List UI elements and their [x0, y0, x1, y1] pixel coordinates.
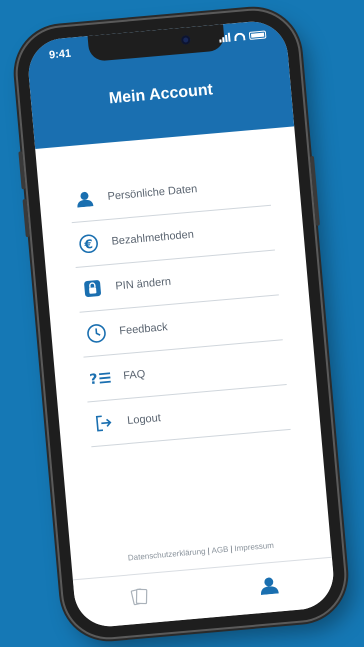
clock-icon: [83, 322, 111, 344]
privacy-link[interactable]: Datenschutzerklärung: [128, 547, 206, 563]
tab-tickets[interactable]: [73, 569, 207, 629]
menu-item-label: Logout: [126, 412, 162, 428]
page-title: Mein Account: [108, 81, 214, 108]
tab-bar: [72, 556, 337, 630]
volume-down-button: [22, 198, 30, 238]
menu-item-label: Persönliche Daten: [107, 183, 198, 203]
menu-item-label: FAQ: [122, 368, 146, 383]
account-menu: Persönliche Daten € Bezahlmethoden PIN ä…: [67, 160, 291, 448]
euro-icon: €: [75, 233, 103, 255]
power-button: [309, 155, 320, 226]
status-icons: [219, 30, 267, 43]
svg-text:?: ?: [89, 372, 98, 388]
tab-account[interactable]: [202, 558, 336, 618]
phone-frame: 9:41 Mein Account Persönliche Daten € Be…: [13, 6, 349, 642]
menu-item-label: Feedback: [118, 321, 169, 338]
footer-separator: |: [207, 546, 210, 556]
battery-icon: [248, 30, 267, 40]
menu-item-label: PIN ändern: [114, 275, 172, 293]
wifi-icon: [233, 32, 246, 42]
signal-icon: [219, 32, 231, 43]
footer-separator: |: [229, 544, 233, 554]
logout-icon: [91, 412, 119, 434]
terms-link[interactable]: AGB: [211, 545, 229, 555]
status-time: 9:41: [48, 47, 72, 62]
stage: 9:41 Mein Account Persönliche Daten € Be…: [0, 0, 364, 647]
lock-icon: [79, 277, 107, 299]
question-list-icon: ?: [87, 367, 115, 389]
camera-icon: [180, 35, 191, 45]
app-header: 9:41 Mein Account: [25, 18, 295, 150]
person-icon: [258, 575, 280, 600]
volume-up-button: [18, 151, 26, 190]
imprint-link[interactable]: Impressum: [234, 541, 274, 553]
svg-text:€: €: [83, 237, 94, 252]
menu-item-label: Bezahlmethoden: [111, 228, 195, 248]
screen: 9:41 Mein Account Persönliche Daten € Be…: [25, 18, 337, 630]
tickets-icon: [129, 586, 151, 613]
notch: [87, 24, 226, 62]
person-icon: [71, 188, 99, 210]
